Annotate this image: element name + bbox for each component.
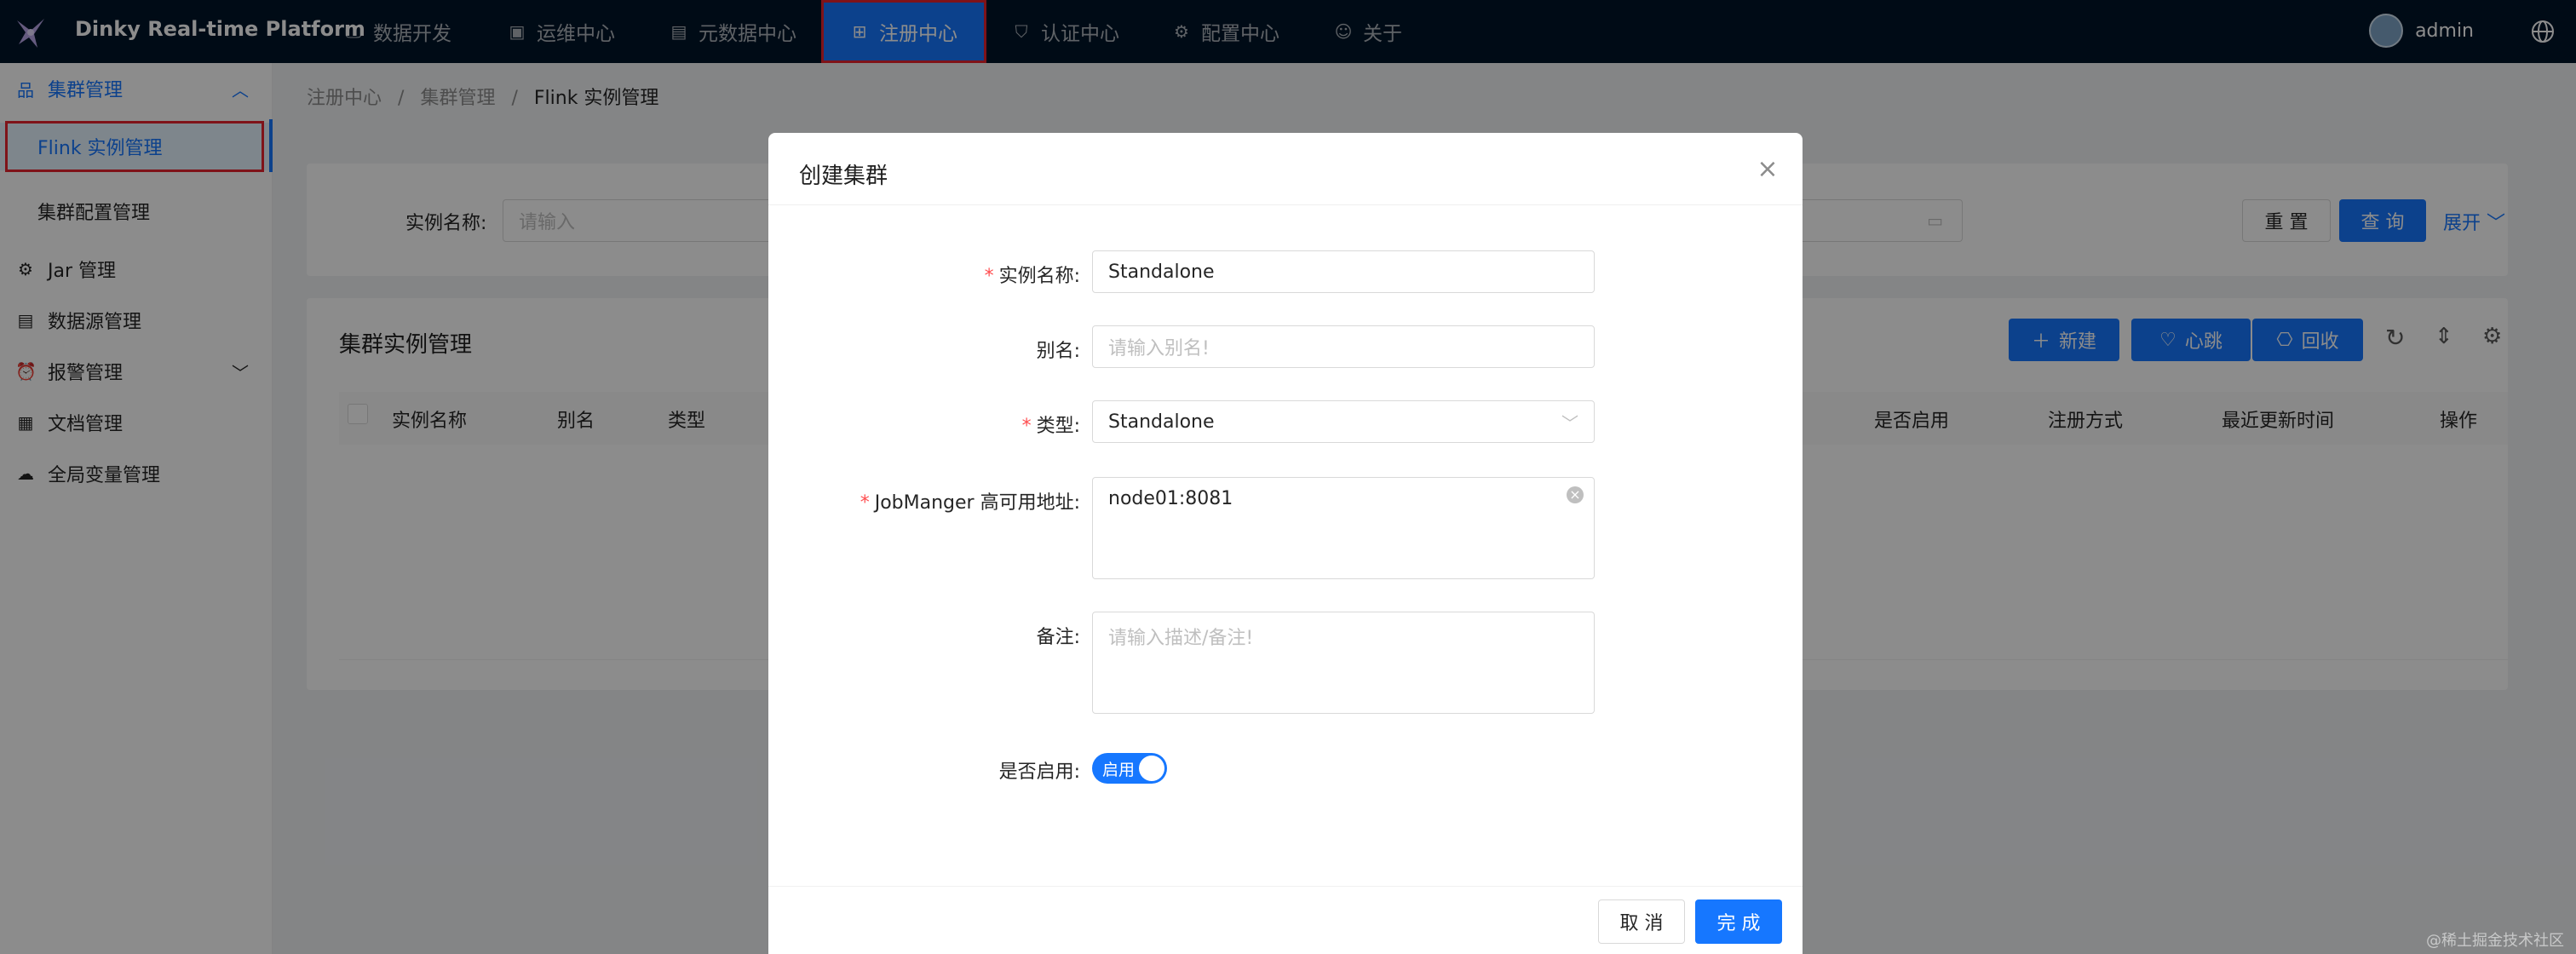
modal-header-divider (768, 204, 1803, 205)
cancel-button[interactable]: 取 消 (1598, 899, 1685, 944)
instance-name-label: * 实例名称: (984, 266, 1080, 287)
note-textarea[interactable]: 请输入描述/备注! (1092, 612, 1595, 714)
instance-name-input[interactable]: Standalone (1092, 250, 1595, 293)
modal-title: 创建集群 (799, 164, 888, 189)
watermark: @稀土掘金技术社区 (2426, 932, 2564, 950)
note-label: 备注: (1036, 627, 1080, 648)
submit-button[interactable]: 完 成 (1695, 899, 1782, 944)
close-icon[interactable]: × (1755, 157, 1780, 182)
modal-footer-divider (768, 886, 1803, 887)
chevron-down-icon: ﹀ (1561, 413, 1578, 434)
switch-knob (1139, 756, 1164, 781)
enabled-label: 是否启用: (998, 761, 1080, 783)
type-label: * 类型: (1021, 416, 1080, 437)
jobmanager-address-label: * JobManger 高可用地址: (860, 492, 1080, 514)
jobmanager-address-textarea[interactable]: node01:8081 × (1092, 477, 1595, 579)
clear-icon[interactable]: × (1567, 486, 1584, 503)
alias-label: 别名: (1036, 341, 1080, 362)
enabled-switch[interactable]: 启用 (1092, 753, 1167, 784)
type-select[interactable]: Standalone ﹀ (1092, 400, 1595, 443)
alias-input[interactable]: 请输入别名! (1092, 325, 1595, 368)
